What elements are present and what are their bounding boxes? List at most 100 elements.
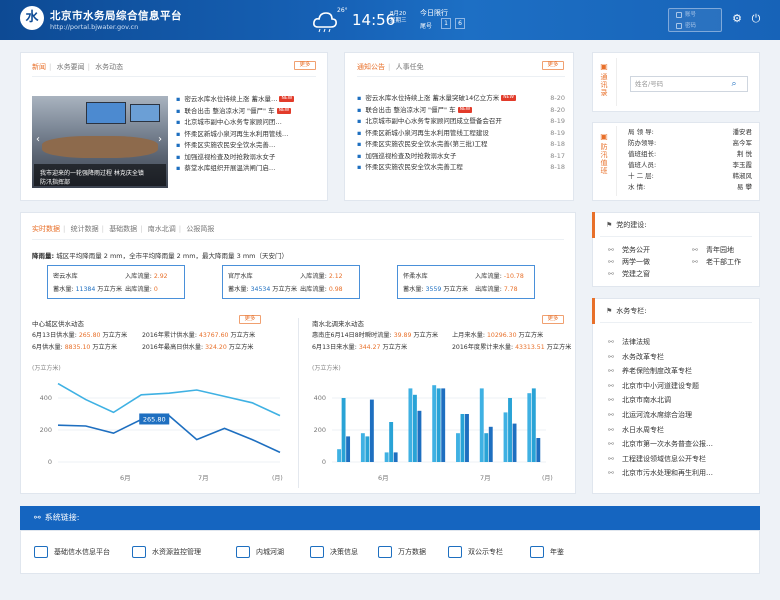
tab-personnel[interactable]: 人事任免 xyxy=(396,63,424,71)
tab-water-updates[interactable]: 水务动态 xyxy=(95,63,123,71)
news-item[interactable]: ▪ 联合出击 整治凉水河 "僵尸" 车 NEW xyxy=(176,106,322,118)
notice-date: 8-18 xyxy=(550,140,565,148)
link-icon: ⚯ xyxy=(608,440,614,449)
password-field[interactable]: 密码 xyxy=(673,21,721,31)
system-link[interactable]: 内城河湖 xyxy=(236,545,284,559)
bar xyxy=(479,388,484,462)
system-link[interactable]: 水资源监控管理 xyxy=(132,545,201,559)
party-link-0[interactable]: ⚯ 党务公开 xyxy=(608,244,650,256)
date-day: 8月20 xyxy=(390,11,406,17)
tab-realtime[interactable]: 实时数据 xyxy=(32,225,60,233)
news-item[interactable]: ▪ 蔡堂水库组织开展温洪闸门启… xyxy=(176,163,322,175)
reservoir-guanting[interactable]: 官厅水库 入库流量: 2.12 蓄水量: 34534 万立方米 出库流量: 0.… xyxy=(222,265,360,299)
tab-basic-data[interactable]: 基础数据 xyxy=(109,225,137,233)
lock-icon xyxy=(676,23,682,29)
notice-item[interactable]: ▪ 怀柔区新城小泉河再生水利用管线工程建设 8-19 xyxy=(357,128,565,140)
divider xyxy=(357,76,565,77)
notice-item[interactable]: ▪ 北京城市副中心水务专家顾问团成立暨备会召开 8-19 xyxy=(357,116,565,128)
duty-label: ▣ 防汛值班 xyxy=(600,132,608,175)
column-link[interactable]: ⚯ 水日水周专栏 xyxy=(608,423,756,438)
bar xyxy=(456,433,460,462)
news-photo[interactable]: 我市迎来的一轮强降雨过程 林克庆全镇 防汛指挥部 ‹ › xyxy=(32,96,168,188)
new-badge: NEW xyxy=(276,107,292,114)
notice-item[interactable]: ▪ 联合出击 整治凉水河 "僵尸" 车 NEW 8-20 xyxy=(357,105,565,117)
reservoir-miyun[interactable]: 密云水库 入库流量: 2.92 蓄水量: 11384 万立方米 出库流量: 0 xyxy=(47,265,185,299)
bullet-icon: ▪ xyxy=(357,163,362,171)
tab-bulletins[interactable]: 公报简报 xyxy=(186,225,214,233)
bar xyxy=(527,393,532,462)
system-link[interactable]: 年鉴 xyxy=(530,545,564,559)
bar xyxy=(460,414,465,462)
column-link[interactable]: ⚯ 水务改革专栏 xyxy=(608,350,756,365)
south-more-button[interactable]: 更多 xyxy=(542,315,564,324)
power-icon[interactable]: ⏻ xyxy=(750,13,762,25)
party-link-3[interactable]: ⚯ 老干部工作 xyxy=(692,256,741,268)
south-stat: 2016年度累计来水量: 43313.51 万立方米 xyxy=(452,344,572,351)
tab-news[interactable]: 新闻 xyxy=(32,63,46,71)
bar xyxy=(384,452,389,462)
tab-south-north[interactable]: 南水北调 xyxy=(148,225,176,233)
username-field[interactable]: 账号 xyxy=(673,10,721,20)
party-link-2[interactable]: ⚯ 两学一做 xyxy=(608,256,650,268)
news-item[interactable]: ▪ 怀柔区实施农民安全饮水完善… xyxy=(176,140,322,152)
reservoir-huairou[interactable]: 怀柔水库 入库流量: -10.78 蓄水量: 3559 万立方米 出库流量: 7… xyxy=(397,265,535,299)
link-icon: ⚯ xyxy=(34,513,41,522)
news-item[interactable]: ▪ 北京城市副中心水务专家顾问团… xyxy=(176,117,322,129)
bar xyxy=(360,433,365,462)
link-icon: ⚯ xyxy=(692,246,698,254)
south-stats: 惠南庄6月14日8时瞬时流量: 39.89 万立方米 上月来水量: 10296.3… xyxy=(312,330,572,356)
chevron-right-icon[interactable]: › xyxy=(158,134,162,145)
search-icon[interactable]: ⌕ xyxy=(727,78,741,90)
news-item[interactable]: ▪ 加强巡视检查及时抢救溺水女子 xyxy=(176,152,322,164)
column-link[interactable]: ⚯ 法律法规 xyxy=(608,335,756,350)
bar xyxy=(512,423,517,462)
accent-bar xyxy=(592,298,595,324)
system-link[interactable]: 万方数据 xyxy=(378,545,426,559)
bar xyxy=(408,388,413,462)
duty-name: 潘安君 xyxy=(732,128,753,136)
bar xyxy=(346,436,351,462)
notice-item[interactable]: ▪ 怀柔区实施农民安全饮水完善(第三批)工程 8-18 xyxy=(357,139,565,151)
system-link[interactable]: 双公示专栏 xyxy=(448,545,503,559)
temperature: 26° xyxy=(337,7,348,14)
duty-name: 荆 悦 xyxy=(736,150,752,158)
notice-tabs: 通知公告 | 人事任免 xyxy=(357,63,424,71)
party-link-1[interactable]: ⚯ 青年园地 xyxy=(692,244,734,256)
column-link[interactable]: ⚯ 北运河流水席综合治理 xyxy=(608,408,756,423)
gear-icon[interactable]: ⚙ xyxy=(731,13,743,25)
notice-item[interactable]: ▪ 密云水库水位持续上涨 蓄水量突破14亿立方米 NEW 8-20 xyxy=(357,93,565,105)
party-link-4[interactable]: ⚯ 党建之窗 xyxy=(608,268,650,280)
link-icon: ⚯ xyxy=(608,246,614,254)
duty-row: 值班人员: 李玉霞 xyxy=(628,160,752,171)
column-link[interactable]: ⚯ 北京市南水北调 xyxy=(608,393,756,408)
notice-item[interactable]: ▪ 加强巡视检查及时抢救溺水女子 8-17 xyxy=(357,151,565,163)
divider xyxy=(298,318,299,488)
login-box: 账号 密码 xyxy=(668,8,722,32)
column-link[interactable]: ⚯ 养老保险制度改革专栏 xyxy=(608,364,756,379)
system-link[interactable]: 决策信息 xyxy=(310,545,358,559)
duty-role: 水 情: xyxy=(628,183,646,191)
column-link[interactable]: ⚯ 工程建设领域信息公开专栏 xyxy=(608,452,756,467)
duty-name: 韩淑风 xyxy=(732,172,753,180)
news-item[interactable]: ▪ 怀柔区新城小泉河再生水利用管线… xyxy=(176,129,322,141)
supply-more-button[interactable]: 更多 xyxy=(239,315,261,324)
column-link[interactable]: ⚯ 北京市污水处理和再生利用… xyxy=(608,466,756,481)
notice-date: 8-19 xyxy=(550,128,565,137)
column-link[interactable]: ⚯ 北京市第一次水务普查公报… xyxy=(608,437,756,452)
tab-water-headlines[interactable]: 水务要闻 xyxy=(57,63,85,71)
tab-statistics[interactable]: 统计数据 xyxy=(71,225,99,233)
bar xyxy=(441,388,446,462)
notice-more-button[interactable]: 更多 xyxy=(542,61,564,70)
chevron-left-icon[interactable]: ‹ xyxy=(36,134,40,145)
notice-item[interactable]: ▪ 怀柔区实施农民安全饮水完善工程 8-18 xyxy=(357,162,565,174)
tab-notices[interactable]: 通知公告 xyxy=(357,63,385,71)
system-link[interactable]: 基础信水信息平台 xyxy=(34,545,110,559)
column-link[interactable]: ⚯ 北京市中小河道建设专题 xyxy=(608,379,756,394)
link-icon: ⚯ xyxy=(608,425,614,434)
link-icon: ⚯ xyxy=(608,410,614,419)
south-stat: 6月13日来水量: 344.27 万立方米 xyxy=(312,344,408,351)
news-item[interactable]: ▪ 密云水库水位持续上涨 蓄水量… NEW xyxy=(176,94,322,106)
news-more-button[interactable]: 更多 xyxy=(294,61,316,70)
duty-role: 值班人员: xyxy=(628,161,657,169)
supply-title: 中心城区供水动态 xyxy=(32,320,84,328)
